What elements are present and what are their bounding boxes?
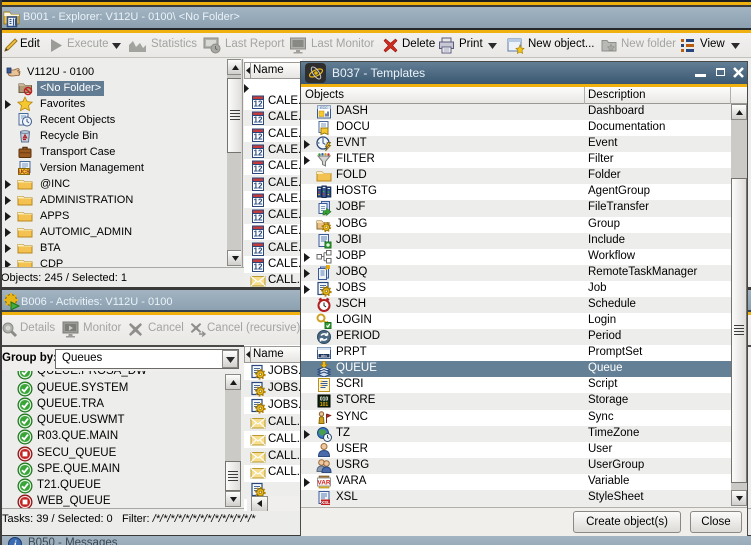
svg-text:UCS: UCS [18,170,30,176]
svg-text:VAR: VAR [317,479,331,486]
svg-text:XSL: XSL [321,500,330,505]
svg-text:abc: abc [321,353,327,358]
svg-text:i: i [14,540,17,545]
svg-text:ECC: ECC [320,106,328,110]
svg-text:101: 101 [320,402,329,408]
